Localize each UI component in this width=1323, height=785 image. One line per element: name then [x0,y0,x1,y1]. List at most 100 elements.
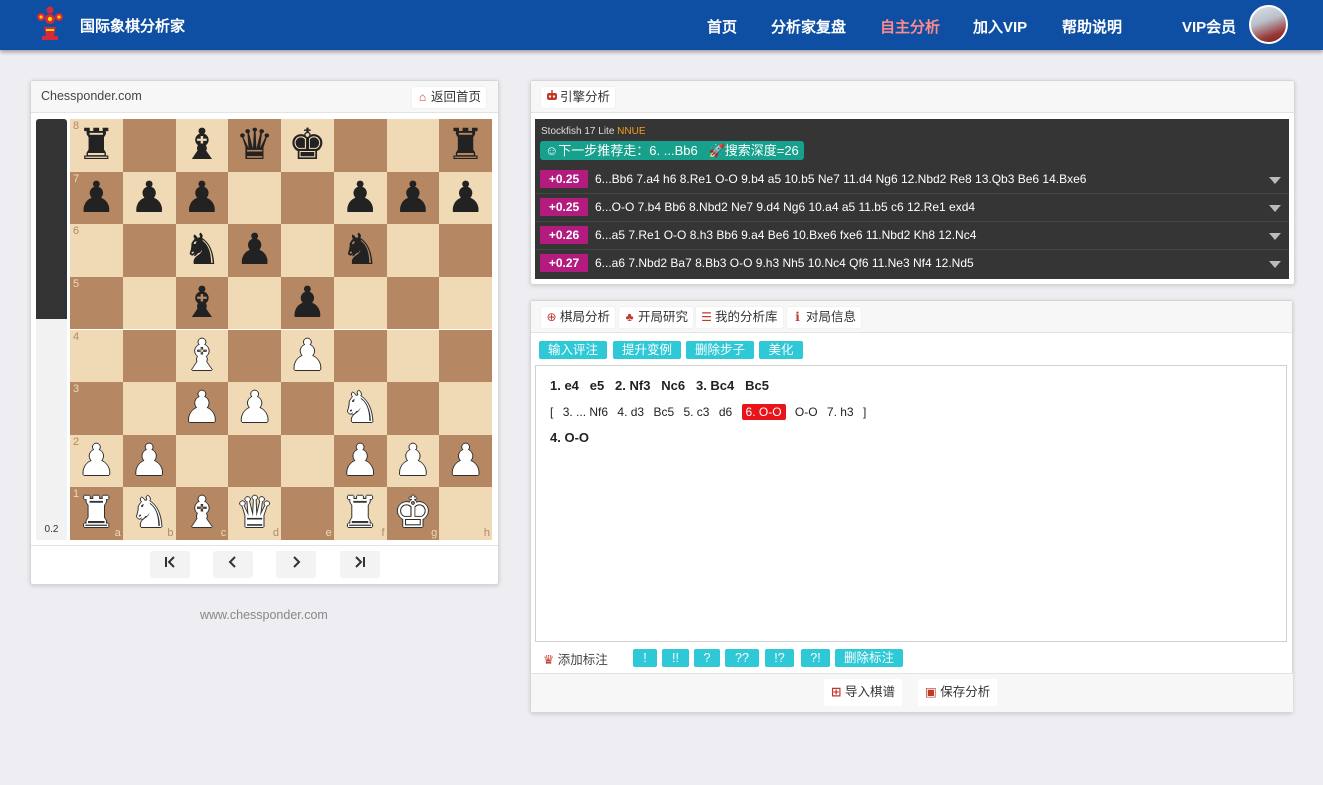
variation-move[interactable]: 3. ... Nf6 [563,405,608,419]
black-knight-icon[interactable]: ♞ [334,224,387,277]
white-bishop-icon[interactable]: ♝ [176,330,229,383]
board-square[interactable] [386,276,440,330]
board-square[interactable]: ♟ [281,329,334,383]
board-square[interactable]: ♝ [175,329,229,383]
pv-line[interactable]: +0.25 6...Bb6 7.a4 h6 8.Re1 O-O 9.b4 a5 … [535,166,1289,194]
pv-moves[interactable]: 6...O-O 7.b4 Bb6 8.Nbd2 Ne7 9.d4 Ng6 10.… [595,200,975,214]
expand-caret-icon[interactable] [1269,177,1281,184]
board-square[interactable] [281,382,334,435]
tab-game-analysis[interactable]: ⊕ 棋局分析 [541,307,616,328]
enter-comment-button[interactable]: 输入评注 [539,341,607,359]
board-square[interactable] [122,224,176,277]
pv-moves[interactable]: 6...Bb6 7.a4 h6 8.Re1 O-O 9.b4 a5 10.b5 … [595,172,1086,186]
white-pawn-icon[interactable]: ♟ [387,435,440,488]
board-square[interactable]: ♚ [281,119,334,172]
black-pawn-icon[interactable]: ♟ [70,172,123,225]
nav-help[interactable]: 帮助说明 [1062,16,1122,37]
annot-mistake-button[interactable]: ? [694,649,720,667]
black-rook-icon[interactable]: ♜ [70,119,123,172]
board-square[interactable]: ♞ [333,224,387,277]
board-square[interactable]: ♞ [333,382,387,435]
board-square[interactable]: ♟ [439,171,492,225]
variation-move[interactable]: 7. h3 [827,405,854,419]
white-rook-icon[interactable]: ♜ [70,487,123,540]
annot-good-button[interactable]: ! [633,649,657,667]
board-square[interactable] [281,171,334,225]
black-pawn-icon[interactable]: ♟ [387,172,440,225]
black-rook-icon[interactable]: ♜ [439,119,492,172]
chess-board[interactable]: 8 ♜ ♝ ♛ ♚ ♜ 7 ♟ ♟ ♟ ♟ ♟ ♟ 6 ♞ ♟ ♞ 5 ♝ ♟ 4 ♝ ♟ 3 ♟ ♟ ♞ 2 ♟ ♟ ♟ ♟ ♟ 1 a ♜ b ♞ c ♝… [70,119,492,540]
board-square[interactable]: g ♚ [386,487,440,540]
board-square[interactable] [333,329,387,383]
black-pawn-icon[interactable]: ♟ [334,172,387,225]
last-move-button[interactable] [340,551,380,578]
board-square[interactable]: ♟ [386,171,440,225]
avatar[interactable] [1249,5,1288,44]
white-king-icon[interactable]: ♚ [387,487,440,540]
pv-moves[interactable]: 6...a6 7.Nbd2 Ba7 8.Bb3 O-O 9.h3 Nh5 10.… [595,256,974,270]
black-pawn-icon[interactable]: ♟ [439,172,492,225]
board-square[interactable]: 8 ♜ [70,119,123,172]
board-square[interactable] [122,276,176,330]
board-square[interactable] [439,329,492,383]
board-square[interactable]: 5 [70,276,123,330]
board-square[interactable] [228,434,281,488]
board-square[interactable]: ♟ [228,224,281,277]
board-square[interactable] [333,119,387,172]
brand-title[interactable]: 国际象棋分析家 [80,15,185,36]
black-knight-icon[interactable]: ♞ [176,224,229,277]
board-square[interactable]: ♞ [175,224,229,277]
nav-self-analysis[interactable]: 自主分析 [880,16,940,37]
annot-brilliant-button[interactable]: !! [662,649,689,667]
engine-tab[interactable]: 引擎分析 [541,87,616,108]
nav-analyst-review[interactable]: 分析家复盘 [771,16,846,37]
black-pawn-icon[interactable]: ♟ [123,172,176,225]
promote-variation-button[interactable]: 提升变例 [613,341,681,359]
board-square[interactable] [281,224,334,277]
white-pawn-icon[interactable]: ♟ [228,382,281,435]
white-pawn-icon[interactable]: ♟ [176,382,229,435]
white-queen-icon[interactable]: ♛ [228,487,281,540]
pv-line[interactable]: +0.25 6...O-O 7.b4 Bb6 8.Nbd2 Ne7 9.d4 N… [535,194,1289,222]
variation-move[interactable]: d6 [719,405,732,419]
mainline-moves[interactable]: 4. O-O [550,430,589,445]
board-square[interactable] [122,382,176,435]
black-queen-icon[interactable]: ♛ [228,119,281,172]
black-bishop-icon[interactable]: ♝ [176,277,229,330]
home-button[interactable]: ⌂ 返回首页 [412,87,487,108]
board-square[interactable]: ♟ [386,434,440,488]
black-pawn-icon[interactable]: ♟ [281,277,334,330]
white-pawn-icon[interactable]: ♟ [334,435,387,488]
nav-home[interactable]: 首页 [707,16,737,37]
annot-blunder-button[interactable]: ?? [725,649,759,667]
white-pawn-icon[interactable]: ♟ [70,435,123,488]
pv-line[interactable]: +0.26 6...a5 7.Re1 O-O 8.h3 Bb6 9.a4 Be6… [535,222,1289,250]
board-square[interactable]: ♟ [333,434,387,488]
board-square[interactable]: 3 [70,382,123,435]
board-square[interactable]: ♟ [175,382,229,435]
variation-line[interactable]: [ 3. ... Nf6 4. d3 Bc5 5. c3 d6 6. O-O O… [550,404,872,420]
expand-caret-icon[interactable] [1269,261,1281,268]
white-pawn-icon[interactable]: ♟ [439,435,492,488]
white-rook-icon[interactable]: ♜ [334,487,387,540]
black-bishop-icon[interactable]: ♝ [176,119,229,172]
board-square[interactable]: ♝ [175,119,229,172]
board-square[interactable]: e [281,487,334,540]
board-square[interactable] [122,329,176,383]
board-square[interactable]: ♛ [228,119,281,172]
board-square[interactable]: ♟ [281,276,334,330]
nav-vip-member[interactable]: VIP会员 [1182,16,1236,37]
board-square[interactable] [386,382,440,435]
board-square[interactable] [386,224,440,277]
board-square[interactable] [228,276,281,330]
white-bishop-icon[interactable]: ♝ [176,487,229,540]
board-square[interactable] [439,224,492,277]
delete-annotation-button[interactable]: 删除标注 [835,649,903,667]
board-square[interactable]: ♟ [333,171,387,225]
logo-icon[interactable] [30,5,70,45]
board-square[interactable]: ♝ [175,276,229,330]
tab-game-info[interactable]: i 对局信息 [787,307,862,328]
board-square[interactable]: h [439,487,492,540]
mainline-moves[interactable]: 1. e4 e5 2. Nf3 Nc6 3. Bc4 Bc5 [550,378,769,393]
board-square[interactable]: d ♛ [228,487,281,540]
